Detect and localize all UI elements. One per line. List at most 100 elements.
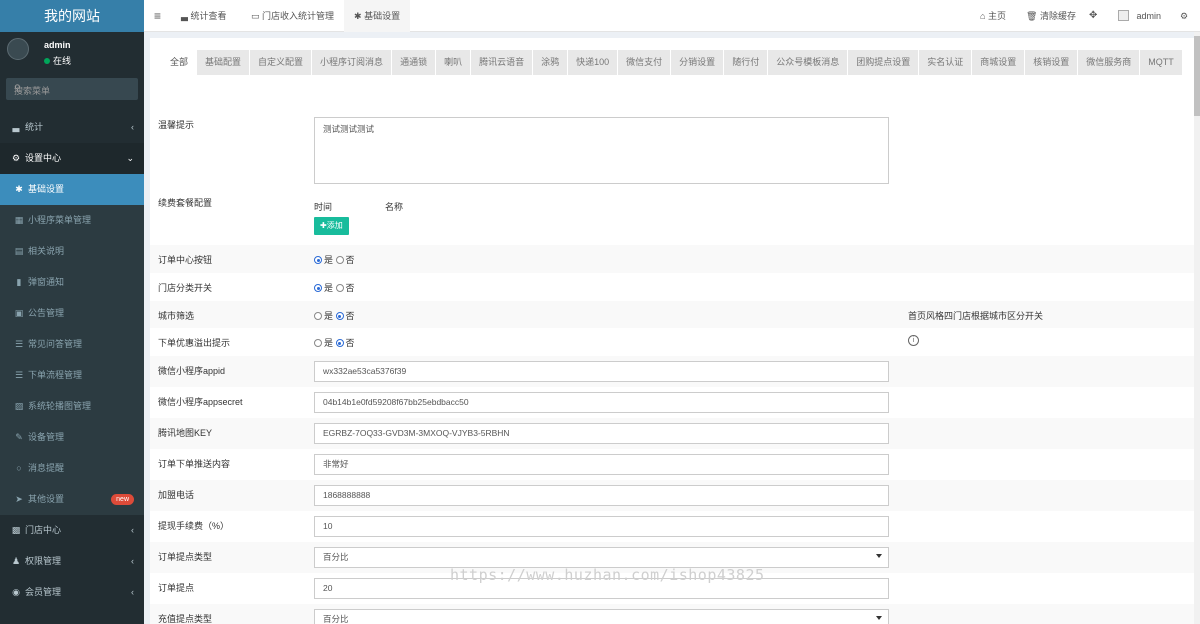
- radio-no[interactable]: [335, 256, 344, 264]
- sidebar-item-4[interactable]: ▤ 相关说明: [0, 236, 144, 267]
- config-tab-6[interactable]: 腾讯云语音: [471, 50, 533, 75]
- sidebar-item-1[interactable]: ⚙ 设置中心 ⌄: [0, 143, 144, 174]
- page-scrollbar[interactable]: [1194, 32, 1200, 624]
- sidebar-item-9[interactable]: ▨ 系统轮播图管理: [0, 391, 144, 422]
- home-link[interactable]: ⌂ 主页: [980, 0, 1006, 32]
- config-tab-3[interactable]: 小程序订阅消息: [312, 50, 392, 75]
- sidebar-item-5[interactable]: ▮ 弹窗通知: [0, 267, 144, 298]
- recharge-type-select[interactable]: 百分比: [314, 609, 889, 624]
- user-name: admin: [44, 40, 71, 50]
- commission-type-select[interactable]: 百分比: [314, 547, 889, 568]
- plus-icon: ✚: [320, 221, 327, 230]
- circle-icon: ○: [16, 463, 22, 473]
- config-tab-8[interactable]: 快递100: [568, 50, 618, 75]
- menu-search-input[interactable]: 搜索菜单 ⚲: [6, 78, 138, 100]
- radio-no[interactable]: [335, 284, 344, 292]
- sidebar-item-15[interactable]: ◉ 会员管理 ‹: [0, 577, 144, 608]
- fee-label: 提现手续费（%）: [158, 521, 230, 531]
- radio-no[interactable]: [335, 312, 344, 320]
- sidebar-item-8[interactable]: ☰ 下单流程管理: [0, 360, 144, 391]
- config-tab-2[interactable]: 自定义配置: [250, 50, 312, 75]
- sidebar-item-13[interactable]: ▩ 门店中心 ‹: [0, 515, 144, 546]
- store-category-label: 门店分类开关: [158, 283, 213, 293]
- form-row-recharge-type: 充值提点类型 百分比: [150, 604, 1194, 624]
- sidebar-item-label: 下单流程管理: [28, 370, 83, 380]
- info-icon[interactable]: i: [908, 335, 919, 346]
- radio-yes[interactable]: [314, 339, 322, 347]
- config-tab-12[interactable]: 公众号模板消息: [768, 50, 848, 75]
- config-tab-17[interactable]: 微信服务商: [1078, 50, 1140, 75]
- appsecret-input[interactable]: 04b14b1e0fd59208f67bb25ebdbacc50: [314, 392, 889, 413]
- sidebar-item-7[interactable]: ☰ 常见问答管理: [0, 329, 144, 360]
- clear-cache-button[interactable]: 🗑 清除缓存: [1026, 0, 1076, 32]
- phone-input[interactable]: 1868888888: [314, 485, 889, 506]
- sidebar-item-14[interactable]: ♟ 权限管理 ‹: [0, 546, 144, 577]
- sidebar-item-label: 系统轮播图管理: [28, 401, 92, 411]
- config-tab-14[interactable]: 实名认证: [919, 50, 972, 75]
- mapkey-input[interactable]: EGRBZ-7OQ33-GVD3M-3MXOQ-VJYB3-5RBHN: [314, 423, 889, 444]
- config-tab-1[interactable]: 基础配置: [197, 50, 250, 75]
- radio-yes[interactable]: [314, 256, 322, 264]
- store-category-radio: 是 否: [314, 281, 355, 294]
- form-row-order-center: 订单中心按钮 是 否: [150, 245, 1194, 273]
- online-dot-icon: [44, 58, 50, 64]
- asterisk-icon: ✱: [15, 184, 23, 194]
- menu-toggle-icon[interactable]: ≡: [154, 0, 161, 32]
- tab-basic-settings[interactable]: ✱ 基础设置: [344, 0, 411, 32]
- push-input[interactable]: 非常好: [314, 454, 889, 475]
- config-tab-13[interactable]: 团购提点设置: [848, 50, 919, 75]
- settings-form: 温馨提示 测试测试测试 续费套餐配置 时间 名称 ✚添加 订单中心按钮 是 否 …: [150, 110, 1194, 624]
- main-content: 全部 基础配置 自定义配置 小程序订阅消息 通通锁 喇叭 腾讯云语音 涂鸦 快递100 微信支付分…: [150, 38, 1194, 624]
- add-button[interactable]: ✚添加: [314, 217, 349, 235]
- radio-yes[interactable]: [314, 312, 322, 320]
- commission-label: 订单提点: [158, 583, 195, 593]
- config-tab-7[interactable]: 涂鸦: [533, 50, 568, 75]
- caret-down-icon: [876, 616, 882, 620]
- sidebar-item-label: 基础设置: [28, 184, 65, 194]
- config-tab-4[interactable]: 通通锁: [392, 50, 436, 75]
- config-tab-9[interactable]: 微信支付: [618, 50, 671, 75]
- form-row-renew: 续费套餐配置 时间 名称 ✚添加: [150, 190, 1194, 245]
- radio-yes[interactable]: [314, 284, 322, 292]
- sidebar-item-10[interactable]: ✎ 设备管理: [0, 422, 144, 453]
- new-badge: new: [111, 494, 134, 505]
- watermark: https://www.huzhan.com/ishop43825: [450, 566, 765, 584]
- config-tab-10[interactable]: 分销设置: [671, 50, 724, 75]
- sidebar-item-6[interactable]: ▣ 公告管理: [0, 298, 144, 329]
- tab-store-income[interactable]: ▭ 门店收入统计管理: [244, 0, 341, 32]
- admin-menu[interactable]: admin: [1118, 0, 1161, 32]
- sidebar-item-2[interactable]: ✱ 基础设置: [0, 174, 144, 205]
- tip-textarea[interactable]: 测试测试测试: [314, 117, 889, 184]
- config-tab-0[interactable]: 全部: [162, 50, 197, 75]
- config-tabs: 全部 基础配置 自定义配置 小程序订阅消息 通通锁 喇叭 腾讯云语音 涂鸦 快递100 微信支付分…: [150, 38, 1194, 78]
- config-tab-11[interactable]: 随行付: [724, 50, 768, 75]
- sidebar-item-12[interactable]: ➤ 其他设置 new: [0, 484, 144, 515]
- form-row-mapkey: 腾讯地图KEY EGRBZ-7OQ33-GVD3M-3MXOQ-VJYB3-5R…: [150, 418, 1194, 449]
- sidebar-item-3[interactable]: ▦ 小程序菜单管理: [0, 205, 144, 236]
- fee-input[interactable]: 10: [314, 516, 889, 537]
- form-row-city-filter: 城市筛选 是 否 首页风格四门店根据城市区分开关: [150, 301, 1194, 328]
- brand-logo[interactable]: 我的网站: [0, 0, 144, 32]
- phone-label: 加盟电话: [158, 490, 195, 500]
- sidebar-item-label: 弹窗通知: [28, 277, 65, 287]
- scrollbar-thumb[interactable]: [1194, 36, 1200, 116]
- sidebar-item-11[interactable]: ○ 消息提醒: [0, 453, 144, 484]
- recharge-type-label: 充值提点类型: [158, 614, 213, 624]
- send-icon: ➤: [15, 494, 23, 504]
- fullscreen-icon[interactable]: ✥: [1089, 0, 1097, 32]
- config-tab-15[interactable]: 商城设置: [972, 50, 1025, 75]
- city-filter-label: 城市筛选: [158, 311, 195, 321]
- tab-stats-view[interactable]: ▃ 统计查看: [174, 0, 233, 32]
- sidebar-item-label: 相关说明: [28, 246, 65, 256]
- config-tab-18[interactable]: MQTT: [1140, 50, 1182, 75]
- sidebar-item-0[interactable]: ▃ 统计 ‹: [0, 112, 144, 143]
- sidebar-item-label: 小程序菜单管理: [28, 215, 92, 225]
- search-icon[interactable]: ⚲: [14, 83, 130, 94]
- config-tab-16[interactable]: 核销设置: [1025, 50, 1078, 75]
- user-status: 在线: [44, 54, 71, 67]
- config-tab-5[interactable]: 喇叭: [436, 50, 471, 75]
- chevron-left-icon: ‹: [131, 587, 134, 597]
- appid-input[interactable]: wx332ae53ca5376f39: [314, 361, 889, 382]
- gears-icon[interactable]: ⚙: [1180, 0, 1188, 32]
- radio-no[interactable]: [335, 339, 344, 347]
